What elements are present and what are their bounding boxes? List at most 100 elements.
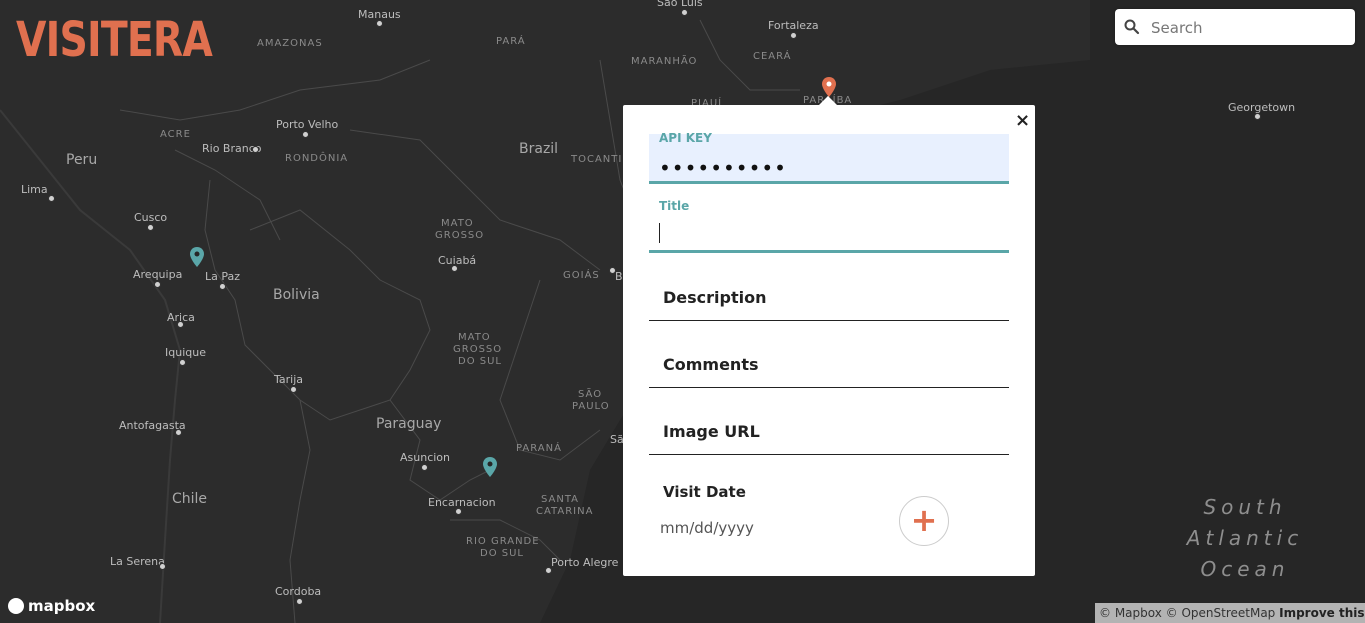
region-label: DO SUL (458, 356, 502, 367)
ocean-label-line: Atlantic (1186, 526, 1304, 550)
city-label: Asuncion (400, 451, 451, 464)
text-caret (659, 223, 660, 243)
field-underline (649, 181, 1009, 184)
title-label: Title (659, 199, 690, 213)
city-label: La Paz (205, 270, 241, 283)
city-dot (159, 563, 166, 570)
city-label: Sã (610, 433, 624, 446)
city-dot (219, 283, 226, 290)
city-dot (290, 386, 297, 393)
add-entry-button[interactable]: + (899, 496, 949, 546)
city-dot (175, 429, 182, 436)
app-logo: VISITERA (16, 12, 213, 68)
description-label: Description (663, 288, 767, 307)
country-label: Chile (172, 491, 208, 507)
title-field[interactable]: Title (649, 199, 1009, 253)
city-dot (296, 598, 303, 605)
city-dot (48, 195, 55, 202)
search-input[interactable] (1149, 9, 1349, 47)
field-underline (649, 454, 1009, 455)
map-pin-icon[interactable] (190, 247, 204, 267)
city-label: São Luís (657, 0, 703, 9)
mapbox-logo[interactable]: mapbox (8, 597, 95, 615)
region-label: RONDÔNIA (285, 153, 349, 164)
city-label: Porto Velho (276, 118, 339, 131)
city-label: Georgetown (1228, 101, 1296, 114)
search-icon (1124, 19, 1140, 35)
description-field[interactable]: Description (649, 275, 1009, 321)
region-label: RIO GRANDE (466, 536, 540, 547)
country-label: Peru (66, 152, 98, 168)
city-label: Cordoba (275, 585, 322, 598)
city-dot (455, 508, 462, 515)
city-label: Lima (21, 183, 48, 196)
entry-popup: × API KEY •••••••••• Title Description C… (623, 105, 1035, 576)
country-label: Bolivia (273, 287, 320, 303)
attribution-text[interactable]: © Mapbox © OpenStreetMap (1099, 606, 1275, 620)
city-label: Tarija (274, 373, 304, 386)
region-label: GROSSO (453, 344, 503, 355)
improve-map-link[interactable]: Improve this map (1279, 606, 1365, 620)
city-label: Encarnacion (428, 496, 496, 509)
image-url-field[interactable]: Image URL (649, 409, 1009, 455)
city-dot (451, 265, 458, 272)
ocean-label-line: Ocean (1200, 557, 1290, 581)
city-dot (147, 224, 154, 231)
region-label: MARANHÃO (631, 56, 698, 67)
map-attribution: © Mapbox © OpenStreetMap Improve this ma… (1095, 603, 1365, 623)
mapbox-logo-icon (8, 598, 24, 614)
city-dot (545, 567, 552, 574)
region-label: PARANÁ (516, 443, 562, 454)
api-key-field[interactable]: API KEY •••••••••• (649, 131, 1009, 184)
region-label: GROSSO (435, 230, 485, 241)
city-dot (154, 281, 161, 288)
region-label: CATARINA (536, 506, 594, 517)
city-dot (179, 359, 186, 366)
region-label: DO SUL (480, 548, 524, 559)
field-underline (649, 387, 1009, 388)
region-label: ACRE (160, 129, 191, 140)
field-underline (649, 320, 1009, 321)
city-label: Cuiabá (438, 254, 477, 267)
comments-label: Comments (663, 355, 759, 374)
region-label: SANTA (541, 494, 580, 505)
city-dot (421, 464, 428, 471)
region-label: CEARÁ (753, 51, 792, 62)
region-label: GOIÁS (563, 270, 600, 281)
city-dot (252, 146, 259, 153)
region-label: MATO (458, 332, 491, 343)
ocean-label-line: South (1203, 495, 1287, 519)
search-box[interactable] (1115, 9, 1355, 47)
city-dot (681, 9, 688, 16)
region-label: MATO (441, 218, 474, 229)
city-label: La Serena (110, 555, 165, 568)
city-dot (376, 20, 383, 27)
city-label: Porto Alegre (551, 556, 619, 569)
api-key-label: API KEY (659, 131, 712, 145)
close-button[interactable]: × (1015, 110, 1030, 131)
ocean-label: South Atlantic Ocean (1170, 492, 1320, 585)
city-label: Iquique (165, 346, 206, 359)
city-dot (302, 131, 309, 138)
field-underline (649, 250, 1009, 253)
map-pin-icon[interactable] (483, 457, 497, 477)
city-label: Fortaleza (768, 19, 819, 32)
comments-field[interactable]: Comments (649, 342, 1009, 388)
mapbox-logo-text: mapbox (28, 597, 96, 615)
region-label: AMAZONAS (257, 38, 323, 49)
map-pin-icon[interactable] (822, 77, 836, 97)
city-label: B (615, 270, 623, 283)
city-dot (177, 321, 184, 328)
country-label: Paraguay (376, 416, 442, 432)
country-label: Brazil (519, 141, 559, 157)
api-key-value: •••••••••• (659, 156, 787, 180)
city-dot (1254, 113, 1261, 120)
city-label: Cusco (134, 211, 168, 224)
region-label: PAULO (572, 401, 610, 412)
visit-date-input[interactable]: mm/dd/yyyy (660, 519, 754, 537)
city-dot (790, 32, 797, 39)
image-url-label: Image URL (663, 422, 760, 441)
visit-date-label: Visit Date (663, 483, 746, 501)
city-dot (609, 267, 616, 274)
region-label: SÃO (578, 389, 603, 400)
